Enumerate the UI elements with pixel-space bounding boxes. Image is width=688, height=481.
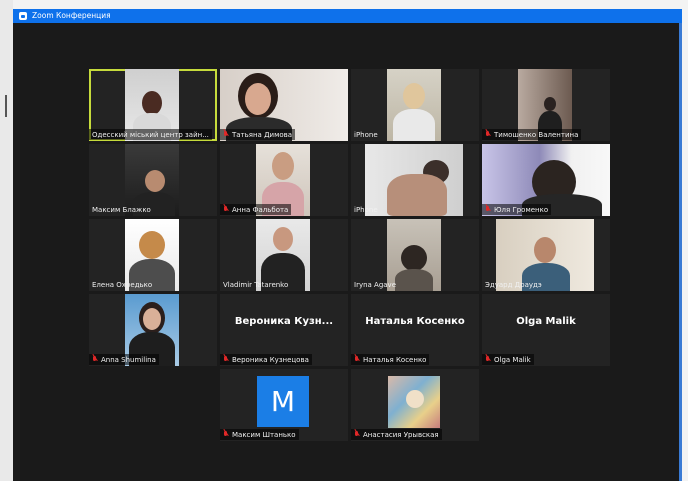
muted-mic-icon bbox=[485, 355, 491, 364]
person-head bbox=[403, 83, 425, 109]
participant-tile[interactable]: Одесский міський центр зайн... bbox=[89, 69, 217, 141]
drawing-face bbox=[406, 390, 424, 408]
person-arm bbox=[387, 174, 447, 216]
participant-tile[interactable]: Vladimir Tatarenko bbox=[220, 219, 348, 291]
person-face bbox=[245, 83, 271, 115]
participant-tile[interactable]: Anna Shumilina bbox=[89, 294, 217, 366]
person-head bbox=[534, 237, 556, 263]
participant-name-label: iPhone bbox=[354, 130, 378, 139]
muted-mic-icon bbox=[223, 430, 229, 439]
profile-avatar: M bbox=[257, 376, 309, 427]
participant-display-name: Вероника Кузн... bbox=[234, 316, 334, 327]
participant-tile[interactable]: Максим Блажко bbox=[89, 144, 217, 216]
person-head bbox=[273, 227, 293, 251]
participant-tile[interactable]: M Максим Штанько bbox=[220, 369, 348, 441]
participant-tile[interactable]: Olga Malik Olga Malik bbox=[482, 294, 610, 366]
video-feed bbox=[387, 69, 441, 141]
participant-tile[interactable]: Анастасия Урывская bbox=[351, 369, 479, 441]
muted-mic-icon bbox=[354, 430, 360, 439]
participant-name-label: iPhone bbox=[354, 205, 378, 214]
participant-display-name: Olga Malik bbox=[516, 316, 576, 327]
muted-mic-icon bbox=[223, 130, 229, 139]
muted-mic-icon bbox=[485, 130, 491, 139]
person-body bbox=[395, 269, 433, 291]
participant-tile[interactable]: Юля Громенко bbox=[482, 144, 610, 216]
participant-tile[interactable]: Наталья Косенко Наталья Косенко bbox=[351, 294, 479, 366]
participant-name-label: Anna Shumilina bbox=[89, 354, 159, 365]
participant-name-label: Iryna Agave bbox=[354, 280, 397, 289]
zoom-logo-icon bbox=[19, 12, 27, 20]
window-title: Zoom Конференция bbox=[32, 11, 111, 20]
edge-marker bbox=[5, 95, 7, 117]
participant-tile[interactable]: Анна Фальбота bbox=[220, 144, 348, 216]
participant-tile[interactable]: Тимошенко Валентина bbox=[482, 69, 610, 141]
person-head bbox=[142, 91, 162, 115]
person-head bbox=[544, 97, 556, 111]
muted-mic-icon bbox=[223, 205, 229, 214]
participant-tile[interactable]: Эдуард Драудэ bbox=[482, 219, 610, 291]
participant-name-label: Юля Громенко bbox=[482, 204, 552, 215]
participant-name-label: Наталья Косенко bbox=[351, 354, 430, 365]
participant-tile[interactable]: Татьяна Димова bbox=[220, 69, 348, 141]
participant-name-label: Vladimir Tatarenko bbox=[223, 280, 289, 289]
muted-mic-icon bbox=[485, 205, 491, 214]
profile-picture bbox=[388, 376, 440, 428]
participant-name-label: Вероника Кузнецова bbox=[220, 354, 312, 365]
muted-mic-icon bbox=[223, 355, 229, 364]
participant-name-label: Тимошенко Валентина bbox=[482, 129, 582, 140]
muted-mic-icon bbox=[354, 355, 360, 364]
participant-name-label: Одесский міський центр зайн... bbox=[89, 129, 212, 140]
participant-tile[interactable]: iPhone bbox=[351, 144, 479, 216]
participant-name-label: Анастасия Урывская bbox=[351, 429, 442, 440]
participant-name-label: Максим Блажко bbox=[92, 205, 151, 214]
participant-name-label: Анна Фальбота bbox=[220, 204, 292, 215]
participant-display-name: Наталья Косенко bbox=[365, 316, 465, 327]
participant-tile[interactable]: iPhone bbox=[351, 69, 479, 141]
person-body bbox=[393, 109, 435, 141]
person-head bbox=[272, 152, 294, 180]
muted-mic-icon bbox=[92, 355, 98, 364]
desktop-left-edge bbox=[0, 0, 13, 481]
participant-name-label: Максим Штанько bbox=[220, 429, 299, 440]
participant-name-label: Эдуард Драудэ bbox=[485, 280, 542, 289]
gallery-view: Одесский міський центр зайн... Татьяна Д… bbox=[13, 23, 682, 481]
participant-name-label: Татьяна Димова bbox=[220, 129, 296, 140]
zoom-window: Zoom Конференция Одесский міський центр … bbox=[13, 9, 682, 481]
title-bar[interactable]: Zoom Конференция bbox=[13, 9, 682, 23]
person-head bbox=[139, 231, 165, 259]
person-head bbox=[145, 170, 165, 192]
participant-name-label: Елена Охредько bbox=[92, 280, 153, 289]
participant-tile[interactable]: Елена Охредько bbox=[89, 219, 217, 291]
participant-tile[interactable]: Iryna Agave bbox=[351, 219, 479, 291]
person-face bbox=[143, 308, 161, 330]
participant-tile[interactable]: Вероника Кузн... Вероника Кузнецова bbox=[220, 294, 348, 366]
participant-name-label: Olga Malik bbox=[482, 354, 534, 365]
person-head bbox=[401, 245, 427, 271]
